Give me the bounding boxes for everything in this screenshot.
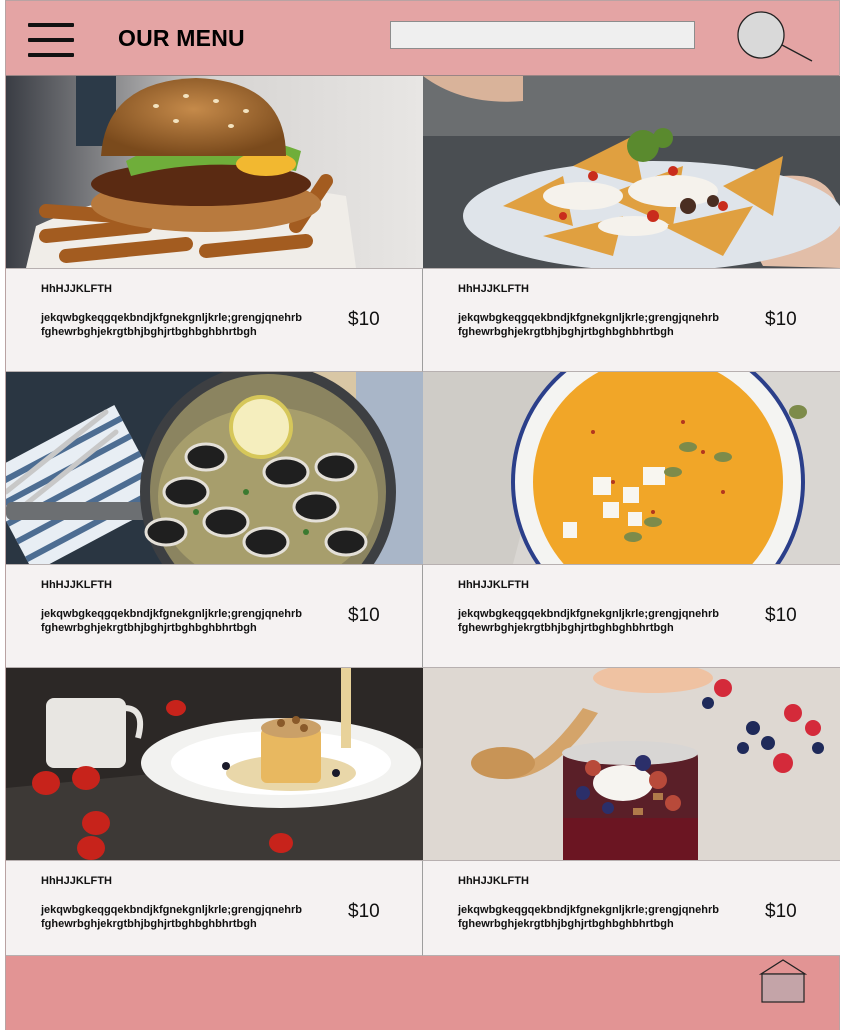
menu-item-name: HhHJJKLFTH <box>41 875 112 887</box>
menu-item-info: HhHJJKLFTH jekqwbgkeqgqekbndjkfgnekgnljk… <box>6 860 423 956</box>
menu-item-price: $10 <box>348 901 380 922</box>
cake-with-sauce-image <box>6 668 423 860</box>
menu-item-description: jekqwbgkeqgqekbndjkfgnekgnljkrle;grengjq… <box>458 312 719 338</box>
menu-item-card[interactable]: HhHJJKLFTH jekqwbgkeqgqekbndjkfgnekgnljk… <box>6 76 423 372</box>
search-button[interactable] <box>736 11 816 66</box>
menu-item-name: HhHJJKLFTH <box>458 875 529 887</box>
menu-item-card[interactable]: HhHJJKLFTH jekqwbgkeqgqekbndjkfgnekgnljk… <box>6 668 423 956</box>
menu-item-card[interactable]: HhHJJKLFTH jekqwbgkeqgqekbndjkfgnekgnljk… <box>423 76 840 372</box>
menu-item-name: HhHJJKLFTH <box>41 283 112 295</box>
search-input[interactable] <box>390 21 695 49</box>
menu-item-info: HhHJJKLFTH jekqwbgkeqgqekbndjkfgnekgnljk… <box>423 564 840 668</box>
home-button[interactable] <box>758 958 808 1004</box>
menu-item-description: jekqwbgkeqgqekbndjkfgnekgnljkrle;grengjq… <box>41 608 302 634</box>
menu-item-price: $10 <box>765 309 797 330</box>
berry-parfait-image <box>423 668 840 860</box>
menu-item-name: HhHJJKLFTH <box>458 283 529 295</box>
menu-item-name: HhHJJKLFTH <box>458 579 529 591</box>
menu-item-description: jekqwbgkeqgqekbndjkfgnekgnljkrle;grengjq… <box>458 608 719 634</box>
clams-in-pan-image <box>6 372 423 564</box>
menu-grid: HhHJJKLFTH jekqwbgkeqgqekbndjkfgnekgnljk… <box>6 76 840 956</box>
menu-item-price: $10 <box>765 901 797 922</box>
menu-item-info: HhHJJKLFTH jekqwbgkeqgqekbndjkfgnekgnljk… <box>6 564 423 668</box>
menu-item-description: jekqwbgkeqgqekbndjkfgnekgnljkrle;grengjq… <box>41 904 302 930</box>
menu-item-price: $10 <box>348 605 380 626</box>
app-header: OUR MENU <box>6 1 839 76</box>
menu-item-info: HhHJJKLFTH jekqwbgkeqgqekbndjkfgnekgnljk… <box>423 860 840 956</box>
burger-with-fries-image <box>6 76 423 268</box>
menu-item-card[interactable]: HhHJJKLFTH jekqwbgkeqgqekbndjkfgnekgnljk… <box>423 668 840 956</box>
menu-item-info: HhHJJKLFTH jekqwbgkeqgqekbndjkfgnekgnljk… <box>423 268 840 372</box>
magnifier-icon <box>737 11 813 62</box>
page-title: OUR MENU <box>118 25 245 51</box>
menu-item-name: HhHJJKLFTH <box>41 579 112 591</box>
menu-item-description: jekqwbgkeqgqekbndjkfgnekgnljkrle;grengjq… <box>41 312 302 338</box>
pumpkin-soup-image <box>423 372 840 564</box>
home-icon <box>758 959 808 1003</box>
menu-item-price: $10 <box>348 309 380 330</box>
menu-item-price: $10 <box>765 605 797 626</box>
menu-item-card[interactable]: HhHJJKLFTH jekqwbgkeqgqekbndjkfgnekgnljk… <box>423 372 840 668</box>
loaded-nachos-image <box>423 76 840 268</box>
hamburger-menu-icon[interactable] <box>28 23 74 61</box>
app-footer <box>6 956 839 1030</box>
menu-item-card[interactable]: HhHJJKLFTH jekqwbgkeqgqekbndjkfgnekgnljk… <box>6 372 423 668</box>
menu-item-description: jekqwbgkeqgqekbndjkfgnekgnljkrle;grengjq… <box>458 904 719 930</box>
menu-item-info: HhHJJKLFTH jekqwbgkeqgqekbndjkfgnekgnljk… <box>6 268 423 372</box>
